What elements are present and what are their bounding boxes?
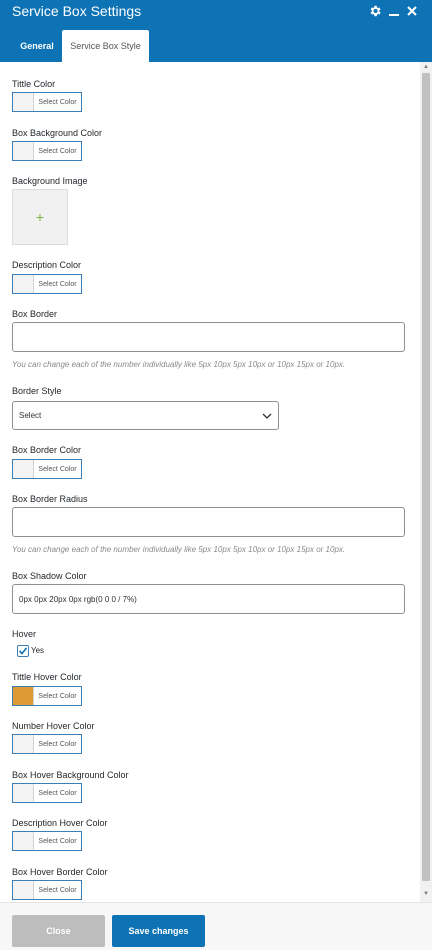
scroll-up-arrow-icon[interactable]: ▲ — [420, 62, 432, 72]
description-hover-color-picker[interactable]: Select Color — [12, 831, 82, 851]
number-hover-color-picker[interactable]: Select Color — [12, 734, 82, 754]
select-color-text: Select Color — [38, 280, 77, 288]
hover-yes-label: Yes — [31, 646, 45, 655]
background-image-upload[interactable]: + — [12, 189, 68, 245]
tab-service-box-style[interactable]: Service Box Style — [62, 30, 149, 62]
box-hover-background-color-picker[interactable]: Select Color — [12, 783, 82, 803]
dialog-header: Service Box Settings General Service Box… — [0, 0, 432, 62]
scrollbar-thumb[interactable] — [422, 73, 430, 881]
gear-icon[interactable] — [367, 3, 383, 19]
close-button[interactable]: Close — [12, 915, 105, 947]
dialog-title: Service Box Settings — [12, 3, 142, 19]
select-color-text: Select Color — [38, 98, 77, 106]
color-chip — [13, 93, 34, 111]
tab-general[interactable]: General — [12, 30, 62, 62]
description-hover-color-label: Description Hover Color — [12, 818, 108, 828]
number-hover-color-label: Number Hover Color — [12, 721, 95, 731]
color-chip — [13, 784, 34, 802]
tittle-hover-color-label: Tittle Hover Color — [12, 672, 82, 682]
color-chip — [13, 881, 34, 899]
plus-icon: + — [35, 209, 45, 225]
save-changes-button[interactable]: Save changes — [112, 915, 205, 947]
select-color-text: Select Color — [38, 886, 77, 894]
description-color-label: Description Color — [12, 260, 82, 270]
border-style-label: Border Style — [12, 386, 62, 396]
box-border-color-label: Box Border Color — [12, 445, 82, 455]
color-chip — [13, 735, 34, 753]
background-image-label: Background Image — [12, 176, 88, 186]
settings-form: Tittle Color Select Color Box Background… — [0, 62, 420, 902]
scroll-down-arrow-icon[interactable]: ▼ — [420, 889, 432, 899]
select-color-text: Select Color — [38, 147, 77, 155]
select-color-text: Select Color — [38, 740, 77, 748]
select-color-text: Select Color — [38, 465, 77, 473]
box-hover-background-color-label: Box Hover Background Color — [12, 770, 129, 780]
tittle-color-picker[interactable]: Select Color — [12, 92, 82, 112]
box-border-input[interactable] — [12, 322, 405, 352]
box-border-color-picker[interactable]: Select Color — [12, 459, 82, 479]
select-color-text: Select Color — [38, 789, 77, 797]
box-border-help: You can change each of the number indivi… — [12, 360, 346, 369]
box-border-label: Box Border — [12, 309, 58, 319]
border-style-value: Select — [19, 411, 42, 420]
color-chip — [13, 275, 34, 293]
box-border-radius-help: You can change each of the number indivi… — [12, 545, 346, 554]
box-background-color-picker[interactable]: Select Color — [12, 141, 82, 161]
color-chip — [13, 832, 34, 850]
box-border-radius-label: Box Border Radius — [12, 494, 88, 504]
chevron-down-icon — [262, 413, 272, 419]
box-shadow-color-label: Box Shadow Color — [12, 571, 87, 581]
box-shadow-color-input[interactable]: 0px 0px 20px 0px rgb(0 0 0 / 7%) — [12, 584, 405, 614]
hover-checkbox[interactable] — [17, 645, 29, 657]
tittle-color-label: Tittle Color — [12, 79, 56, 89]
checkmark-icon — [18, 647, 28, 655]
box-background-color-label: Box Background Color — [12, 128, 103, 138]
hover-label: Hover — [12, 629, 37, 639]
color-chip — [13, 142, 34, 160]
border-style-select[interactable]: Select — [12, 401, 279, 430]
select-color-text: Select Color — [38, 837, 77, 845]
box-hover-border-color-picker[interactable]: Select Color — [12, 880, 82, 900]
color-chip — [13, 460, 34, 478]
close-icon[interactable] — [404, 3, 420, 19]
description-color-picker[interactable]: Select Color — [12, 274, 82, 294]
color-chip — [13, 687, 34, 705]
box-border-radius-input[interactable] — [12, 507, 405, 537]
box-hover-border-color-label: Box Hover Border Color — [12, 867, 108, 877]
minimize-icon[interactable] — [386, 3, 402, 19]
tittle-hover-color-picker[interactable]: Select Color — [12, 686, 82, 706]
select-color-text: Select Color — [38, 692, 77, 700]
